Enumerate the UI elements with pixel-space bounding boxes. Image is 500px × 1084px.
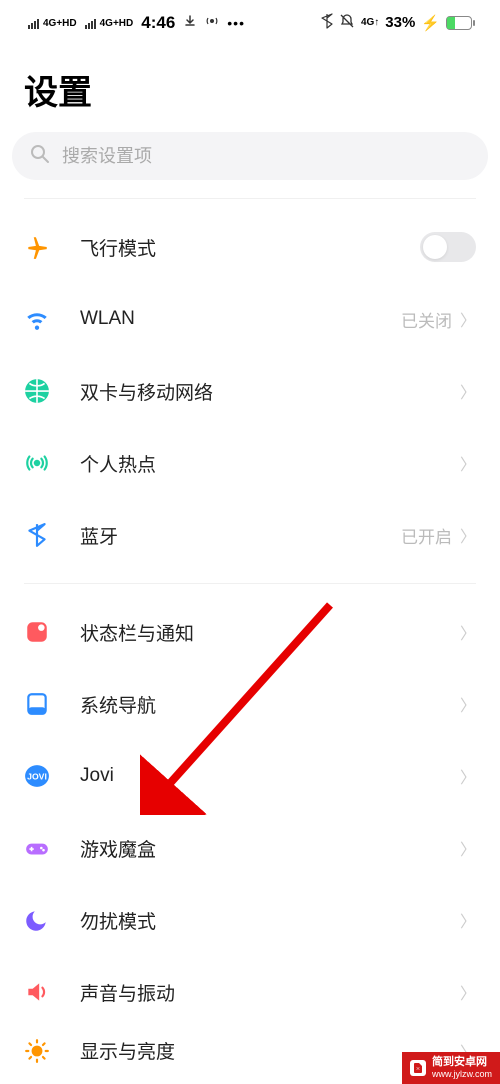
navigation-icon [24,691,50,717]
signal-2: 4G+HD [85,17,134,29]
watermark: 简到安卓网 www.jylzw.com [402,1052,500,1084]
watermark-logo-icon [410,1060,426,1076]
row-sound[interactable]: 声音与振动 〉 [0,956,500,1028]
clock: 4:46 [141,13,175,33]
search-icon [30,144,50,169]
hotspot-indicator-icon [205,14,219,31]
airplane-toggle[interactable] [420,232,476,262]
row-sysnav[interactable]: 系统导航 〉 [0,668,500,740]
chevron-right-icon: 〉 [460,379,476,403]
row-value: 已开启 [401,523,452,548]
page-title: 设置 [0,45,500,132]
status-left: 4G+HD 4G+HD 4:46 ••• [28,13,245,33]
airplane-icon [24,234,50,260]
row-wlan[interactable]: WLAN 已关闭 〉 [0,283,500,355]
row-label: 状态栏与通知 [80,619,460,646]
chevron-right-icon: 〉 [460,307,476,331]
row-label: 个人热点 [80,450,460,477]
moon-icon [24,907,50,933]
chevron-right-icon: 〉 [460,451,476,475]
speaker-icon [24,979,50,1005]
signal-1: 4G+HD [28,17,77,29]
dnd-status-icon [339,13,355,32]
row-label: 双卡与移动网络 [80,378,460,405]
svg-text:JOVI: JOVI [27,771,47,781]
chevron-right-icon: 〉 [460,764,476,788]
more-icon: ••• [227,15,245,31]
jovi-icon: JOVI [24,763,50,789]
gamepad-icon [24,835,50,861]
row-airplane[interactable]: 飞行模式 [0,211,500,283]
row-label: 飞行模式 [80,234,420,261]
row-dnd[interactable]: 勿扰模式 〉 [0,884,500,956]
search-input[interactable] [62,146,470,167]
brightness-icon [24,1038,50,1064]
chevron-right-icon: 〉 [460,523,476,547]
row-statusbar-notif[interactable]: 状态栏与通知 〉 [0,596,500,668]
globe-icon [24,378,50,404]
chevron-right-icon: 〉 [460,980,476,1004]
status-right: 4G↑ 33% ⚡ [321,13,472,32]
battery-icon [446,16,472,30]
wifi-icon [24,306,50,332]
notification-icon [24,619,50,645]
chevron-right-icon: 〉 [460,836,476,860]
status-bar: 4G+HD 4G+HD 4:46 ••• 4G↑ 33% ⚡ [0,0,500,45]
row-hotspot[interactable]: 个人热点 〉 [0,427,500,499]
row-label: WLAN [80,308,401,330]
row-label: 勿扰模式 [80,907,460,934]
watermark-url: www.jylzw.com [432,1069,492,1080]
row-label: 蓝牙 [80,522,401,549]
row-value: 已关闭 [401,307,452,332]
network-type: 4G↑ [361,17,379,28]
chevron-right-icon: 〉 [460,692,476,716]
search-box[interactable] [12,132,488,180]
row-label: Jovi [80,765,460,787]
row-label: 系统导航 [80,691,460,718]
row-label: 游戏魔盒 [80,835,460,862]
row-dualsim[interactable]: 双卡与移动网络 〉 [0,355,500,427]
watermark-title: 简到安卓网 [432,1056,492,1069]
bluetooth-icon [24,522,50,548]
charging-icon: ⚡ [421,14,440,32]
row-gamebox[interactable]: 游戏魔盒 〉 [0,812,500,884]
row-label: 声音与振动 [80,979,460,1006]
download-icon [183,14,197,31]
battery-percent: 33% [385,14,415,31]
chevron-right-icon: 〉 [460,620,476,644]
bluetooth-status-icon [321,13,333,32]
hotspot-icon [24,450,50,476]
row-bluetooth[interactable]: 蓝牙 已开启 〉 [0,499,500,571]
row-jovi[interactable]: JOVI Jovi 〉 [0,740,500,812]
chevron-right-icon: 〉 [460,908,476,932]
